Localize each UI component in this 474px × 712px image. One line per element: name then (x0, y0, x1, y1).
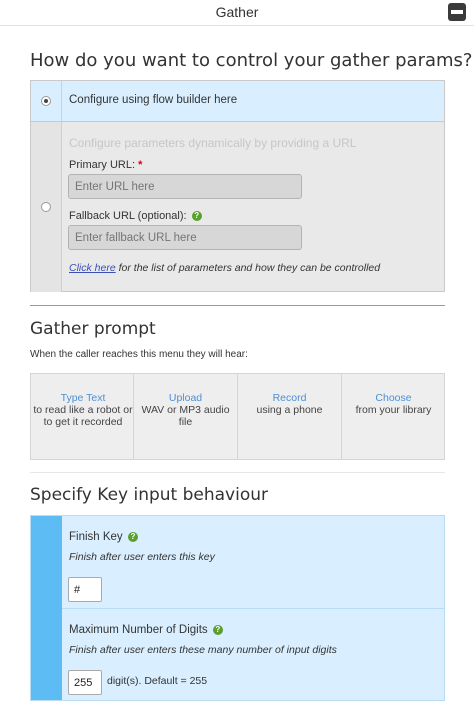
required-mark: * (138, 159, 143, 171)
max-digits-input[interactable] (68, 670, 102, 695)
fallback-url-label: Fallback URL (optional): ? (69, 210, 202, 222)
prompt-choices: Type Text to read like a robot or to get… (30, 373, 445, 460)
primary-url-input[interactable] (68, 174, 302, 199)
flow-builder-radio[interactable] (41, 96, 51, 106)
divider (62, 608, 445, 609)
key-accent-bar (31, 516, 62, 700)
finish-key-desc: Finish after user enters this key (69, 551, 215, 563)
key-input-heading: Specify Key input behaviour (30, 485, 269, 505)
finish-key-label: Finish Key ? (69, 531, 138, 543)
click-here-link[interactable]: Click here (69, 262, 116, 274)
control-options: Configure using flow builder here Config… (30, 80, 445, 292)
key-settings: Finish Key ? Finish after user enters th… (30, 515, 445, 701)
option-flow-builder[interactable]: Configure using flow builder here (31, 81, 444, 122)
fallback-url-input[interactable] (68, 225, 302, 250)
control-heading: How do you want to control your gather p… (30, 50, 473, 71)
divider (30, 305, 445, 306)
max-digits-label: Maximum Number of Digits ? (69, 624, 223, 636)
window-title: Gather (215, 4, 259, 20)
max-digits-desc: Finish after user enters these many numb… (69, 644, 337, 656)
gather-prompt-subtitle: When the caller reaches this menu they w… (30, 349, 248, 360)
primary-url-label: Primary URL: * (69, 159, 143, 171)
max-digits-suffix: digit(s). Default = 255 (107, 675, 208, 687)
title-bar: Gather (0, 0, 474, 26)
help-icon[interactable]: ? (212, 625, 223, 635)
divider (30, 472, 445, 473)
finish-key-input[interactable] (68, 577, 102, 602)
parameters-note: Click here for the list of parameters an… (69, 262, 381, 274)
gather-prompt-heading: Gather prompt (30, 319, 156, 339)
collapse-minus-icon[interactable] (448, 3, 466, 21)
help-icon[interactable]: ? (127, 532, 138, 542)
choice-record[interactable]: Record using a phone (237, 374, 341, 459)
choice-upload[interactable]: Upload WAV or MP3 audio file (133, 374, 237, 459)
flow-builder-label: Configure using flow builder here (69, 94, 238, 106)
choice-library[interactable]: Choose from your library (341, 374, 445, 459)
help-icon[interactable]: ? (191, 211, 202, 221)
url-option-title: Configure parameters dynamically by prov… (69, 136, 357, 150)
option-url[interactable]: Configure parameters dynamically by prov… (31, 122, 444, 292)
url-radio[interactable] (41, 202, 51, 212)
choice-type-text[interactable]: Type Text to read like a robot or to get… (31, 374, 135, 459)
